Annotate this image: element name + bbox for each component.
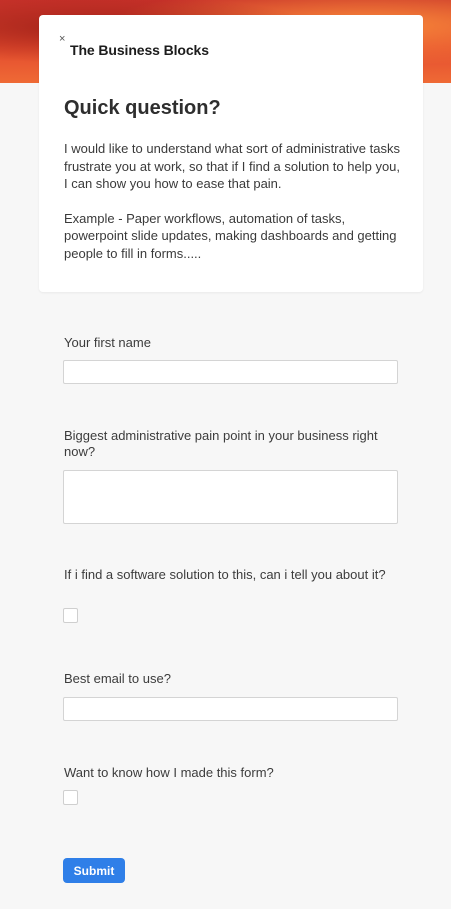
intro-description: I would like to understand what sort of … <box>64 140 404 262</box>
close-icon[interactable]: × <box>59 33 65 45</box>
software-consent-label: If i find a software solution to this, c… <box>64 567 386 582</box>
page-title: Quick question? <box>64 97 221 119</box>
how-made-label: Want to know how I made this form? <box>64 765 274 780</box>
how-made-checkbox[interactable] <box>63 790 78 805</box>
pain-point-textarea[interactable] <box>63 470 398 524</box>
email-label: Best email to use? <box>64 671 171 686</box>
software-consent-checkbox[interactable] <box>63 608 78 623</box>
first-name-input[interactable] <box>63 360 398 384</box>
pain-point-label: Biggest administrative pain point in you… <box>64 428 378 459</box>
submit-button[interactable]: Submit <box>63 858 125 883</box>
first-name-label: Your first name <box>64 335 151 350</box>
intro-paragraph: I would like to understand what sort of … <box>64 141 401 191</box>
email-input[interactable] <box>63 697 398 721</box>
brand-logo-text: The Business Blocks <box>70 42 209 58</box>
intro-example-paragraph: Example - Paper workflows, automation of… <box>64 210 397 261</box>
